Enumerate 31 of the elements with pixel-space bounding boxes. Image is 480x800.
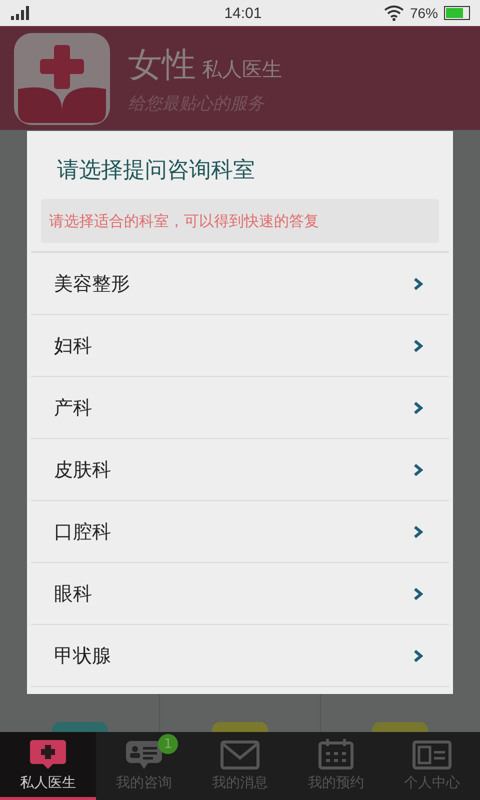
chevron-right-icon [413, 648, 423, 662]
department-item[interactable]: 妇科 [31, 315, 449, 377]
battery-percent: 76% [410, 5, 438, 21]
chevron-right-icon [413, 400, 423, 414]
dialog-title: 请选择提问咨询科室 [56, 157, 256, 185]
wifi-icon [384, 5, 404, 21]
nav-tab[interactable]: 私人医生 [0, 732, 96, 800]
department-item[interactable]: 美容整形 [31, 253, 449, 315]
chevron-right-icon [413, 338, 423, 352]
department-item[interactable]: 口腔科 [31, 501, 449, 563]
envelope-icon [220, 740, 260, 770]
id-card-icon [412, 740, 452, 770]
unread-badge: 1 [158, 734, 178, 754]
department-item[interactable]: 皮肤科 [31, 439, 449, 501]
department-item[interactable]: 甲状腺 [31, 625, 449, 687]
hint-text: 请选择适合的科室，可以得到快速的答复 [49, 212, 319, 230]
battery-icon [444, 6, 470, 20]
chat-bubble-icon [124, 738, 164, 770]
medical-cross-logo-icon [12, 30, 112, 126]
department-item[interactable]: 产科 [31, 377, 449, 439]
clock-time: 14:01 [223, 4, 263, 22]
calendar-icon [318, 738, 354, 770]
department-item[interactable]: 眼科 [31, 563, 449, 625]
chevron-right-icon [413, 524, 423, 538]
medical-cross-icon [28, 738, 68, 770]
chevron-right-icon [413, 276, 423, 290]
app-subtitle: 私人医生 [202, 56, 282, 83]
chevron-right-icon [413, 586, 423, 600]
signal-icon [10, 6, 32, 20]
app-title: 女性 [128, 44, 196, 87]
chevron-right-icon [413, 462, 423, 476]
